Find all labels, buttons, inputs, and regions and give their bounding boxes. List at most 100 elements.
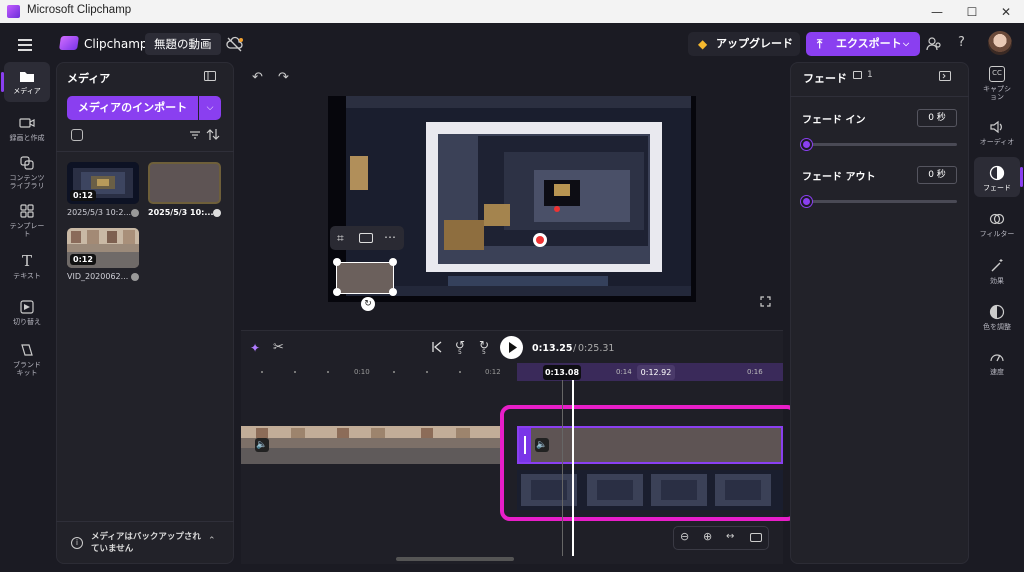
rail-item-templates[interactable]: テンプレート xyxy=(4,203,50,238)
rail-item-speed[interactable]: 速度 xyxy=(974,349,1020,376)
grid-icon xyxy=(19,203,35,219)
avatar[interactable] xyxy=(988,31,1012,55)
import-dropdown-chevron-icon[interactable]: ⌵ xyxy=(199,96,221,120)
zoom-out-icon[interactable]: ⊖ xyxy=(680,530,689,543)
fade-in-input[interactable]: 0 秒 xyxy=(917,109,957,127)
redo-icon[interactable]: ↷ xyxy=(278,70,289,85)
resize-handle[interactable] xyxy=(333,258,341,266)
rail-item-record[interactable]: 録画と作成 xyxy=(4,115,50,142)
rail-label: オーディオ xyxy=(979,138,1015,146)
window-title: Microsoft Clipchamp xyxy=(27,4,132,16)
speaker-icon xyxy=(989,119,1005,135)
rail-label: 速度 xyxy=(990,368,1004,376)
close-panel-icon[interactable] xyxy=(939,71,951,81)
fade-panel xyxy=(790,62,969,564)
info-icon: i xyxy=(71,537,83,549)
chevron-up-icon[interactable]: ⌃ xyxy=(208,536,216,546)
resize-handle[interactable] xyxy=(333,288,341,296)
rail-item-audio[interactable]: オーディオ xyxy=(974,119,1020,146)
rail-item-media[interactable]: メディア xyxy=(4,68,50,95)
hover-time-badge: 0:12.92 xyxy=(637,365,675,380)
play-button[interactable] xyxy=(500,336,523,359)
rail-item-text[interactable]: T テキスト xyxy=(4,253,50,280)
synced-check-icon xyxy=(213,209,221,217)
resize-handle[interactable] xyxy=(389,288,397,296)
rail-label: コンテンツライブラリ xyxy=(9,174,45,190)
selected-overlay-clip[interactable] xyxy=(336,262,394,294)
maximize-button[interactable]: ☐ xyxy=(955,0,989,23)
fade-out-value: 0 xyxy=(928,170,934,180)
playhead-time-badge: 0:13.08 xyxy=(543,365,581,380)
fit-icon[interactable] xyxy=(359,233,373,243)
select-all-checkbox[interactable] xyxy=(71,129,83,141)
close-button[interactable]: ✕ xyxy=(989,0,1023,23)
crop-icon[interactable]: ⌗ xyxy=(337,231,344,246)
skip-to-start-icon[interactable] xyxy=(431,341,443,353)
upgrade-button[interactable]: ◆ アップグレード xyxy=(688,32,800,56)
rail-item-effects[interactable]: 効果 xyxy=(974,258,1020,285)
rail-item-fade[interactable]: フェード xyxy=(974,165,1020,192)
clip-audio-icon[interactable]: 🔈 xyxy=(255,438,269,452)
rail-item-captions[interactable]: CC キャプション xyxy=(974,66,1020,101)
fade-out-slider-thumb[interactable] xyxy=(801,196,812,207)
rail-item-library[interactable]: コンテンツライブラリ xyxy=(4,155,50,190)
rail-item-transitions[interactable]: 切り替え xyxy=(4,299,50,326)
playhead-line[interactable] xyxy=(572,380,574,556)
import-media-button[interactable]: メディアのインポート xyxy=(67,96,198,120)
rail-label: フェード xyxy=(983,184,1011,192)
media-item-thumbnail[interactable] xyxy=(148,162,221,204)
rail-label: 色を調整 xyxy=(983,323,1011,331)
media-item-thumbnail[interactable]: 0:12 xyxy=(67,162,139,204)
split-scissors-icon[interactable]: ✂ xyxy=(273,340,284,355)
clipchamp-brand-icon xyxy=(59,36,79,50)
media-item-thumbnail[interactable]: 0:12 xyxy=(67,228,139,268)
menu-icon[interactable] xyxy=(18,36,32,54)
fade-in-slider-track[interactable] xyxy=(806,143,957,146)
undo-icon[interactable]: ↶ xyxy=(252,70,263,85)
fullscreen-icon[interactable] xyxy=(760,296,771,307)
fade-out-slider-track[interactable] xyxy=(806,200,957,203)
collapse-panel-icon[interactable] xyxy=(204,71,216,81)
track-height-icon[interactable] xyxy=(750,533,762,542)
fade-in-label: フェード イン xyxy=(802,115,866,126)
ruler-tick-label: 0:16 xyxy=(747,368,763,376)
upload-icon: ⤒ xyxy=(817,37,823,51)
synced-check-icon xyxy=(131,209,139,217)
sort-icon[interactable] xyxy=(206,128,220,141)
rail-label: ブランドキット xyxy=(13,361,41,377)
ai-sparkle-icon[interactable]: ✦ xyxy=(250,341,260,355)
fade-out-input[interactable]: 0 秒 xyxy=(917,166,957,184)
zoom-in-icon[interactable]: ⊕ xyxy=(703,530,712,543)
ruler-tick-label: 0:10 xyxy=(354,368,370,376)
brand-icon xyxy=(19,342,35,358)
timeline-scrollbar[interactable] xyxy=(396,557,514,561)
minimize-button[interactable]: — xyxy=(920,0,954,23)
fade-panel-title: フェード xyxy=(803,72,847,85)
divider xyxy=(56,151,234,152)
rotate-handle-icon[interactable]: ↻ xyxy=(361,297,375,311)
rail-item-brandkit[interactable]: ブランドキット xyxy=(4,342,50,377)
rail-item-color[interactable]: 色を調整 xyxy=(974,304,1020,331)
wand-icon xyxy=(989,258,1005,274)
more-options-icon[interactable]: ⋯ xyxy=(384,230,396,244)
fade-in-slider-thumb[interactable] xyxy=(801,139,812,150)
rail-item-filters[interactable]: フィルター xyxy=(974,211,1020,238)
help-icon[interactable]: ? xyxy=(958,35,965,50)
resize-handle[interactable] xyxy=(389,258,397,266)
backup-notice: メディアはバックアップされていません xyxy=(91,532,201,554)
hover-line xyxy=(562,380,563,556)
project-name-button[interactable]: 無題の動画 xyxy=(145,33,221,55)
share-people-icon[interactable] xyxy=(926,36,942,52)
cloud-sync-off-icon[interactable] xyxy=(226,36,244,52)
window-titlebar: Microsoft Clipchamp — ☐ ✕ xyxy=(0,0,1024,23)
speed-icon xyxy=(989,349,1005,365)
duration-badge: 0:12 xyxy=(70,190,96,201)
video-clip-crowd[interactable] xyxy=(241,426,503,464)
highlight-annotation xyxy=(500,405,797,521)
fit-timeline-icon[interactable]: ↔ xyxy=(726,531,734,542)
export-button[interactable]: ⤒ エクスポート ⌵ xyxy=(806,32,920,56)
rail-active-indicator xyxy=(1020,167,1023,187)
filter-icon[interactable] xyxy=(189,129,201,141)
diamond-icon: ◆ xyxy=(698,37,708,51)
rail-label: キャプション xyxy=(983,85,1011,101)
